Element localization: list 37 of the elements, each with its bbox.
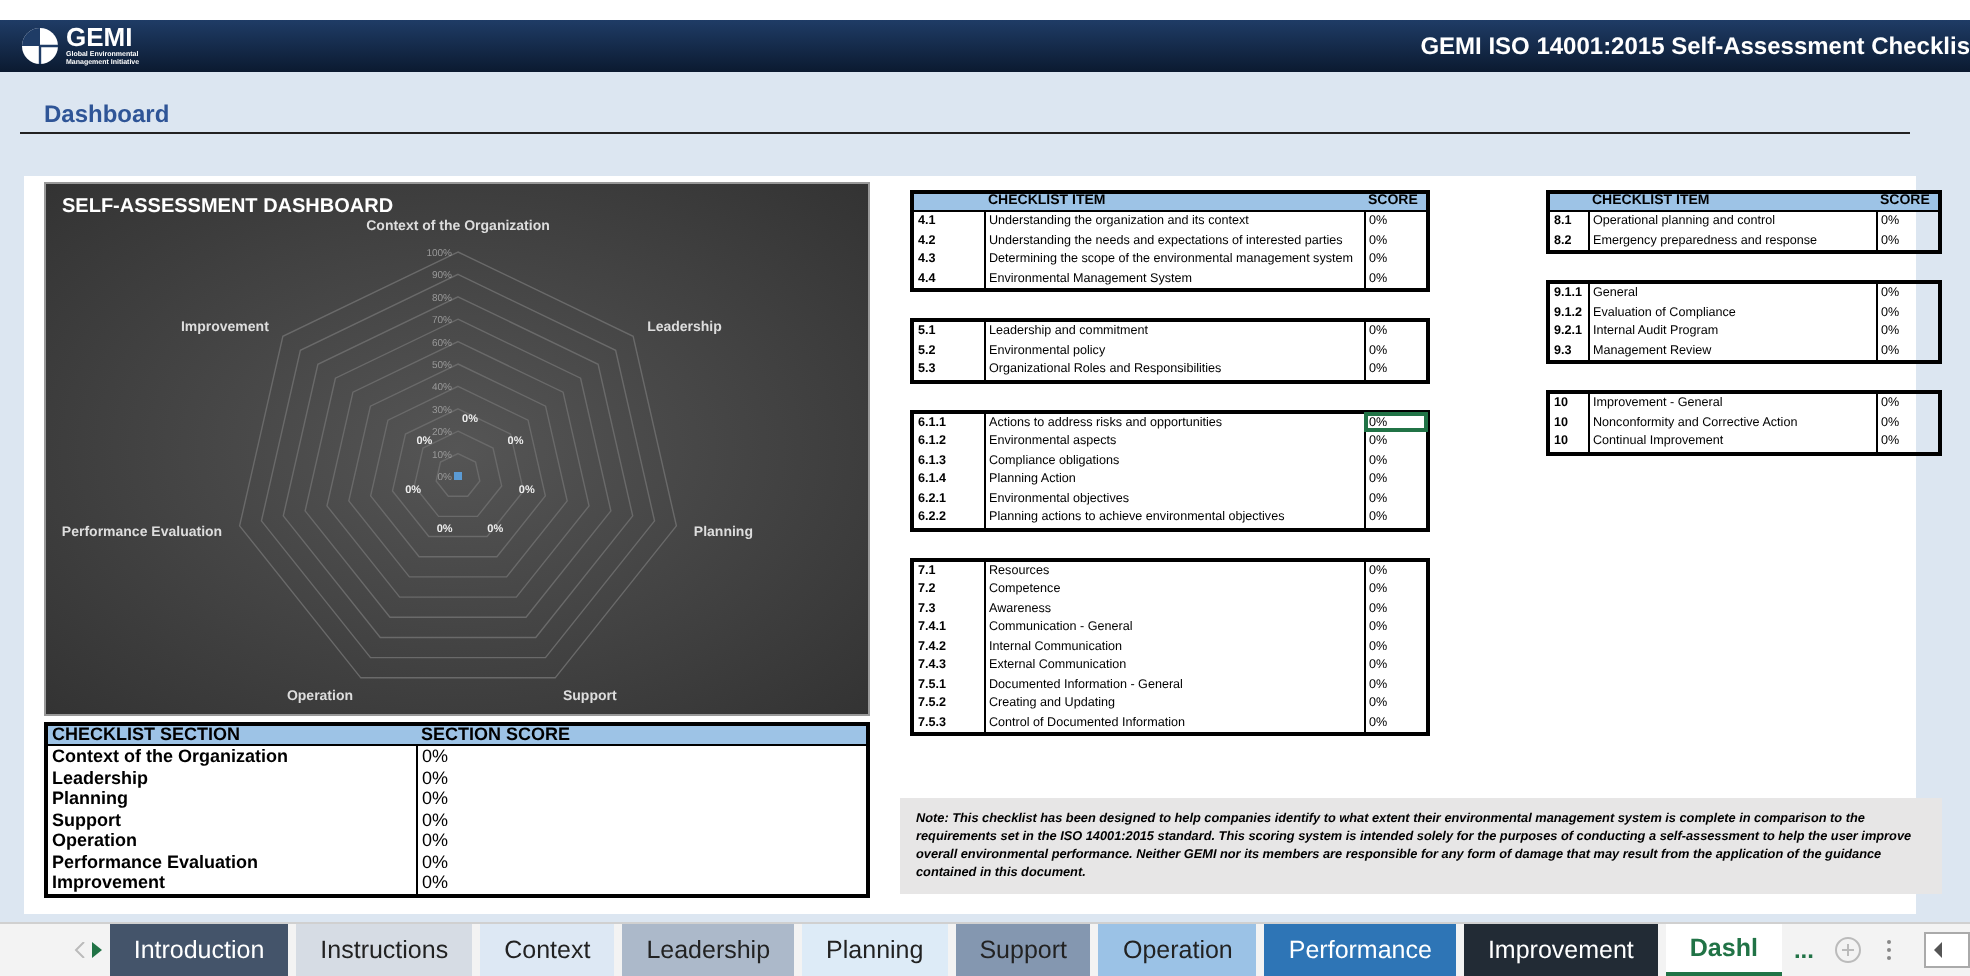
table-cell[interactable]: Operation	[46, 830, 417, 851]
table-cell[interactable]: Context of the Organization	[46, 745, 417, 767]
sheet-tab[interactable]: Introduction	[109, 924, 289, 976]
logo-name: GEMI	[66, 26, 133, 50]
center-marker	[454, 472, 462, 480]
table-cell[interactable]: Performance Evaluation	[46, 851, 417, 872]
column-header: SECTION SCORE	[417, 724, 868, 745]
table-cell[interactable]: Planning	[46, 788, 417, 809]
sheet-tab[interactable]: Planning	[802, 924, 948, 976]
chart-title: SELF-ASSESSMENT DASHBOARD	[62, 196, 394, 218]
sheet-tab[interactable]: Performance	[1264, 924, 1456, 976]
table-cell[interactable]: Support	[46, 809, 417, 830]
scroll-right-icon[interactable]	[91, 942, 104, 958]
sheet-tab[interactable]: Operation	[1098, 924, 1257, 976]
sheet-tab[interactable]: Context	[480, 924, 615, 976]
sheet-tab[interactable]: Support	[955, 924, 1091, 976]
logo-icon	[20, 26, 60, 66]
horizontal-scrollbar[interactable]	[1923, 932, 1970, 968]
table-cell[interactable]: 0%	[417, 830, 868, 851]
table-cell[interactable]: 0%	[417, 809, 868, 830]
table-cell[interactable]: 0%	[417, 745, 868, 767]
table-cell[interactable]: Improvement	[46, 872, 417, 895]
sheet-tab[interactable]: Dashl	[1665, 924, 1782, 976]
sheet-title: Dashboard	[44, 100, 170, 128]
more-tabs-button[interactable]: ...	[1785, 924, 1822, 976]
table-cell[interactable]: 0%	[417, 788, 868, 809]
column-header: CHECKLIST SECTION	[46, 724, 417, 745]
caret-icon[interactable]	[1931, 942, 1944, 958]
sheet-tab[interactable]: Instructions	[296, 924, 473, 976]
sheet-tab[interactable]: Improvement	[1463, 924, 1658, 976]
table-cell[interactable]: 0%	[417, 851, 868, 872]
table-cell[interactable]: Leadership	[46, 767, 417, 788]
more-options-icon[interactable]	[1885, 938, 1892, 962]
sheet-tab[interactable]: Leadership	[622, 924, 795, 976]
header-title: GEMI ISO 14001:2015 Self-Assessment Checklis	[1420, 32, 1970, 60]
table-cell[interactable]: 0%	[417, 767, 868, 788]
table-cell[interactable]: 0%	[417, 872, 868, 895]
